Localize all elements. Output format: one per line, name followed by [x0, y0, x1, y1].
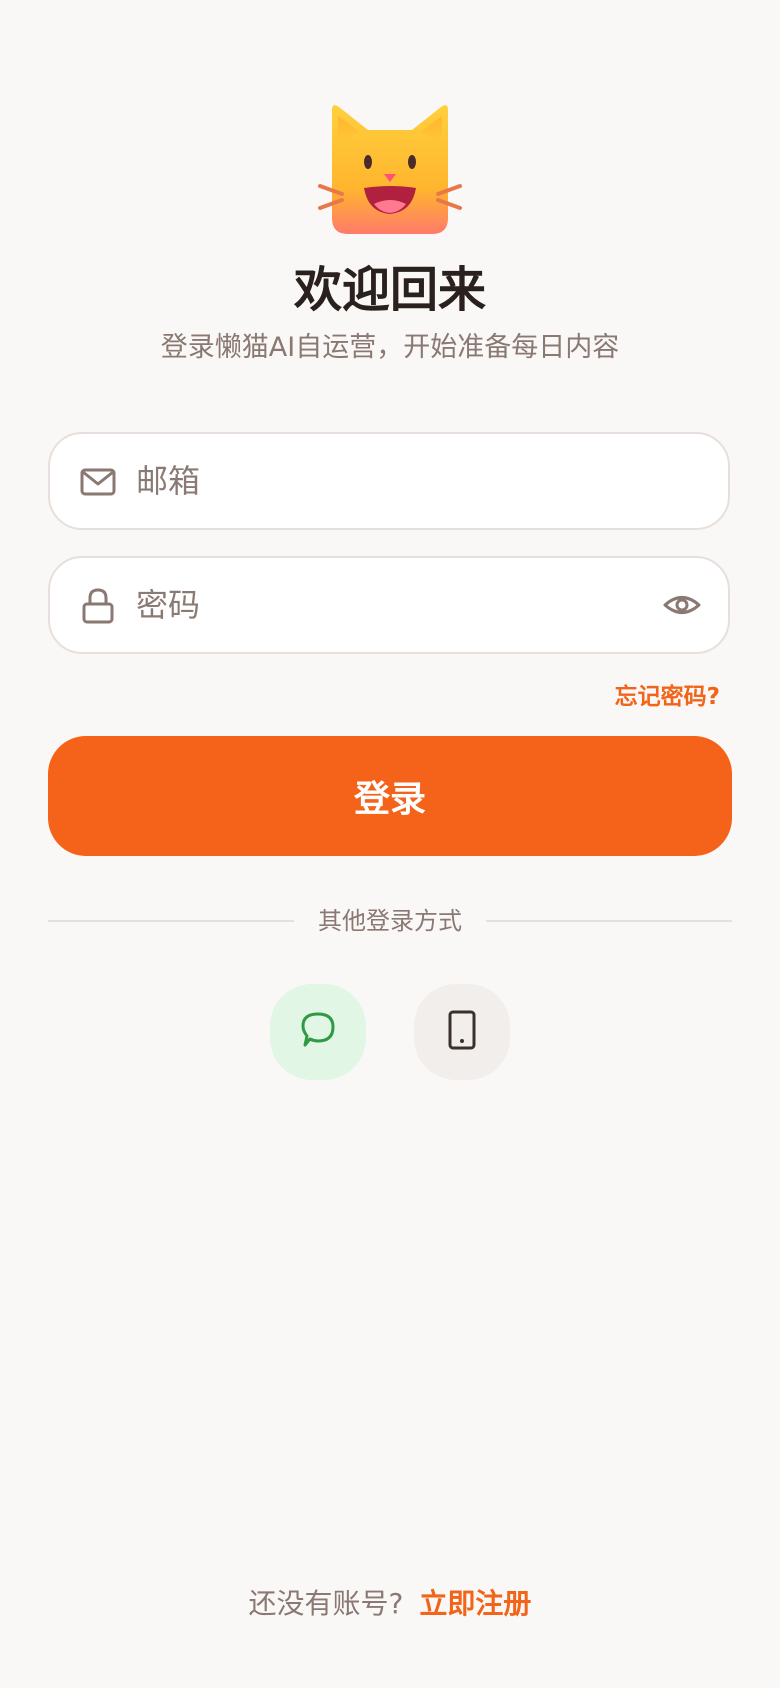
phone-icon: [440, 1008, 484, 1056]
page-title: 欢迎回来: [293, 262, 486, 318]
phone-login-button[interactable]: [414, 984, 510, 1080]
password-input[interactable]: [134, 558, 636, 652]
no-account-text: 还没有账号?: [248, 1587, 404, 1620]
page-subtitle: 登录懒猫AI自运营，开始准备每日内容: [160, 332, 620, 363]
lock-icon: [78, 586, 118, 626]
chat-bubble-icon: [296, 1008, 340, 1056]
wechat-login-button[interactable]: [270, 984, 366, 1080]
register-prompt: 还没有账号? 立即注册: [0, 1582, 780, 1626]
mail-icon: [78, 462, 118, 502]
alt-login-label: 其他登录方式: [318, 907, 462, 935]
email-field[interactable]: [48, 432, 730, 530]
register-link[interactable]: 立即注册: [419, 1587, 531, 1620]
divider-right: [486, 920, 732, 922]
cat-logo-icon: [318, 100, 462, 240]
forgot-password-link[interactable]: 忘记密码?: [615, 680, 720, 714]
divider-left: [48, 920, 294, 922]
login-button[interactable]: 登录: [48, 736, 732, 856]
show-password-eye-icon[interactable]: [662, 585, 702, 625]
email-input[interactable]: [134, 434, 636, 528]
password-field[interactable]: [48, 556, 730, 654]
